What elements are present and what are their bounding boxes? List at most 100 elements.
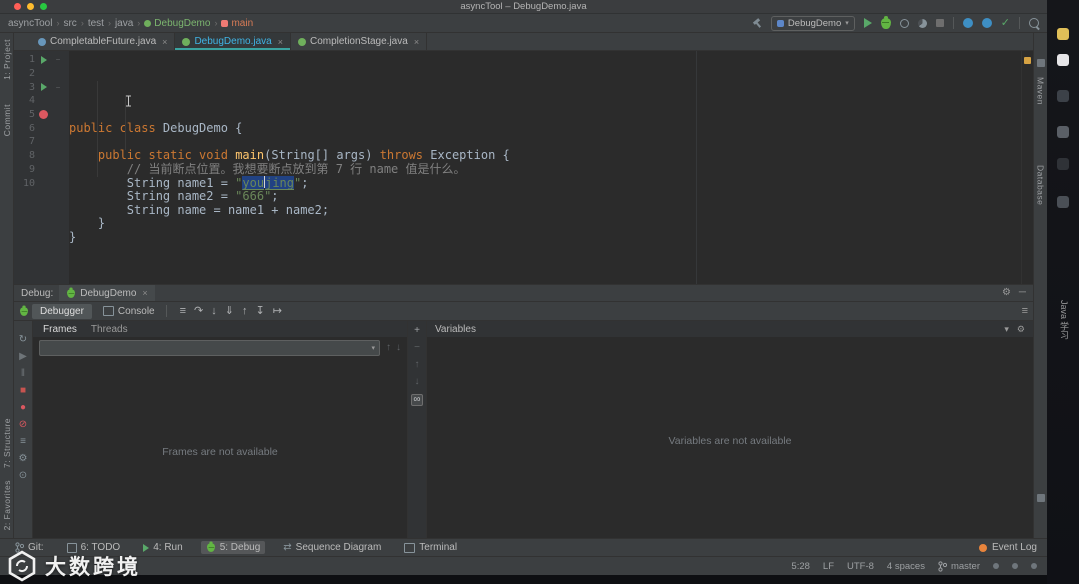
step-over-icon[interactable]: ↷ — [194, 305, 203, 317]
gutter-line[interactable]: 10 — [14, 176, 69, 190]
desktop-icon[interactable] — [1057, 54, 1069, 66]
close-tab-icon[interactable]: × — [278, 37, 283, 47]
pause-icon[interactable]: ‖ — [21, 369, 25, 381]
tab-frames[interactable]: Frames — [43, 324, 77, 335]
gutter-line[interactable]: 1− — [14, 53, 69, 67]
close-tab-icon[interactable]: × — [162, 37, 167, 47]
inspection-marker[interactable] — [1024, 57, 1031, 64]
highlighting-level-icon[interactable] — [1031, 563, 1037, 569]
editor-tab[interactable]: DebugDemo.java × — [175, 33, 291, 50]
layout-settings-icon[interactable]: ≡ — [1022, 305, 1028, 317]
debug-session-tab[interactable]: DebugDemo × — [59, 285, 155, 301]
breadcrumb-item[interactable]: src — [63, 18, 76, 29]
debug-button[interactable] — [880, 15, 891, 29]
add-watch-icon[interactable]: + — [414, 326, 420, 336]
tab-debugger[interactable]: Debugger — [32, 303, 92, 319]
mute-breakpoints-icon[interactable]: ⊘ — [19, 420, 27, 432]
sidebar-item-commit[interactable]: Commit — [2, 104, 12, 136]
toolwindow-stripe-maven[interactable]: Maven — [1036, 77, 1046, 105]
error-stripe[interactable] — [1021, 51, 1033, 284]
chevron-down-icon[interactable]: ▾ — [1004, 324, 1009, 334]
gutter-line[interactable]: 9 — [14, 163, 69, 177]
tab-threads[interactable]: Threads — [91, 324, 128, 335]
run-to-cursor-icon[interactable]: ↦ — [273, 305, 282, 317]
settings-gear-icon[interactable]: ⚙ — [1017, 324, 1025, 334]
hide-panel-icon[interactable]: ─ — [1019, 288, 1026, 298]
desktop-icon[interactable] — [1057, 90, 1069, 102]
git-branch[interactable]: master — [938, 561, 980, 572]
fold-marker[interactable]: − — [52, 55, 64, 64]
desktop-icon[interactable] — [1057, 126, 1069, 138]
build-hammer-icon[interactable] — [752, 18, 762, 28]
breadcrumb-item[interactable]: asyncTool — [8, 18, 52, 29]
toolwindow-button-4-run[interactable]: 4: Run — [138, 541, 187, 554]
tab-console[interactable]: Console — [95, 304, 163, 319]
fold-marker[interactable]: − — [52, 83, 64, 92]
resume-icon[interactable]: ▶ — [19, 352, 27, 364]
file-encoding[interactable]: UTF-8 — [847, 561, 874, 572]
evaluate-expression-icon[interactable]: ∞ — [411, 394, 423, 406]
settings-gear-icon[interactable]: ⚙ — [19, 454, 28, 466]
tool-window-icon[interactable] — [1036, 59, 1045, 67]
desktop-icon[interactable] — [1057, 158, 1069, 170]
breakpoint-icon[interactable] — [39, 110, 48, 120]
toolwindow-button-5-debug[interactable]: 5: Debug — [200, 541, 266, 554]
gutter-line[interactable]: 3− — [14, 80, 69, 94]
run-gutter-icon[interactable] — [40, 83, 47, 92]
frame-up-icon[interactable]: ↑ — [386, 343, 391, 353]
run-button[interactable] — [863, 18, 872, 28]
settings-gear-icon[interactable]: ⚙ — [1002, 288, 1011, 298]
gutter-line[interactable]: 8 — [14, 149, 69, 163]
gutter-line[interactable]: 4 — [14, 94, 69, 108]
stop-icon[interactable]: ■ — [20, 386, 26, 398]
gutter[interactable]: 1−2 3−4 5 6 7 8 9 10 — [14, 51, 69, 284]
thread-dump-icon[interactable]: ≡ — [20, 437, 26, 449]
inspections-ok-icon[interactable]: ✓ — [1001, 18, 1010, 29]
show-execution-point-icon[interactable]: ≡ — [180, 305, 186, 317]
indent-setting[interactable]: 4 spaces — [887, 561, 925, 572]
breadcrumb-item[interactable]: DebugDemo — [144, 18, 210, 29]
close-session-icon[interactable]: × — [142, 288, 147, 298]
code-lines[interactable]: public class DebugDemo { public static v… — [69, 51, 1033, 284]
run-config-select[interactable]: DebugDemo ▾ — [770, 15, 855, 31]
caret-position[interactable]: 5:28 — [791, 561, 810, 572]
run-gutter-icon[interactable] — [40, 55, 47, 64]
editor[interactable]: 1−2 3−4 5 6 7 8 9 10 public class DebugDemo { p… — [14, 51, 1033, 284]
title-bar[interactable]: asyncTool – DebugDemo.java — [0, 0, 1047, 14]
rerun-icon[interactable]: ↻ — [19, 335, 27, 347]
sidebar-item-1-project[interactable]: 1: Project — [2, 39, 12, 80]
code-with-me-icon[interactable] — [981, 18, 992, 28]
move-watch-up-icon[interactable]: ↑ — [415, 360, 420, 370]
search-everywhere-icon[interactable] — [1029, 18, 1039, 28]
editor-tab[interactable]: CompletableFuture.java × — [31, 33, 176, 50]
breadcrumb-item[interactable]: main — [221, 18, 253, 29]
breadcrumb-item[interactable]: test — [88, 18, 104, 29]
frames-combobox[interactable]: ▾ — [39, 340, 380, 356]
frame-down-icon[interactable]: ↓ — [396, 343, 401, 353]
toolwindow-button-sequence-diagram[interactable]: ⇄ Sequence Diagram — [278, 541, 386, 554]
sidebar-item-2-favorites[interactable]: 2: Favorites — [2, 480, 12, 530]
profiler-button[interactable] — [917, 18, 927, 28]
line-ending[interactable]: LF — [823, 561, 834, 572]
gutter-line[interactable]: 7 — [14, 135, 69, 149]
move-watch-down-icon[interactable]: ↓ — [415, 377, 420, 387]
gutter-line[interactable]: 6 — [14, 121, 69, 135]
breadcrumb-item[interactable]: java — [115, 18, 133, 29]
coverage-button[interactable] — [899, 18, 909, 28]
step-out-icon[interactable]: ↑ — [242, 305, 248, 317]
close-tab-icon[interactable]: × — [414, 37, 419, 47]
sidebar-item-7-structure[interactable]: 7: Structure — [2, 418, 12, 468]
remove-watch-icon[interactable]: − — [414, 343, 420, 353]
drop-frame-icon[interactable]: ↧ — [255, 305, 264, 317]
gutter-line[interactable]: 5 — [14, 108, 69, 122]
desktop-icon[interactable] — [1057, 28, 1069, 40]
step-into-icon[interactable]: ↓ — [211, 305, 217, 317]
sync-icon[interactable] — [962, 18, 973, 28]
pin-icon[interactable]: ⊙ — [19, 471, 27, 483]
desktop-icon[interactable] — [1057, 196, 1069, 208]
force-step-into-icon[interactable]: ⇓ — [225, 305, 234, 317]
readonly-lock-icon[interactable] — [1012, 563, 1018, 569]
notifications-icon[interactable] — [993, 563, 999, 569]
view-breakpoints-icon[interactable]: ● — [20, 403, 26, 415]
toolwindow-stripe-database[interactable]: Database — [1036, 165, 1046, 205]
